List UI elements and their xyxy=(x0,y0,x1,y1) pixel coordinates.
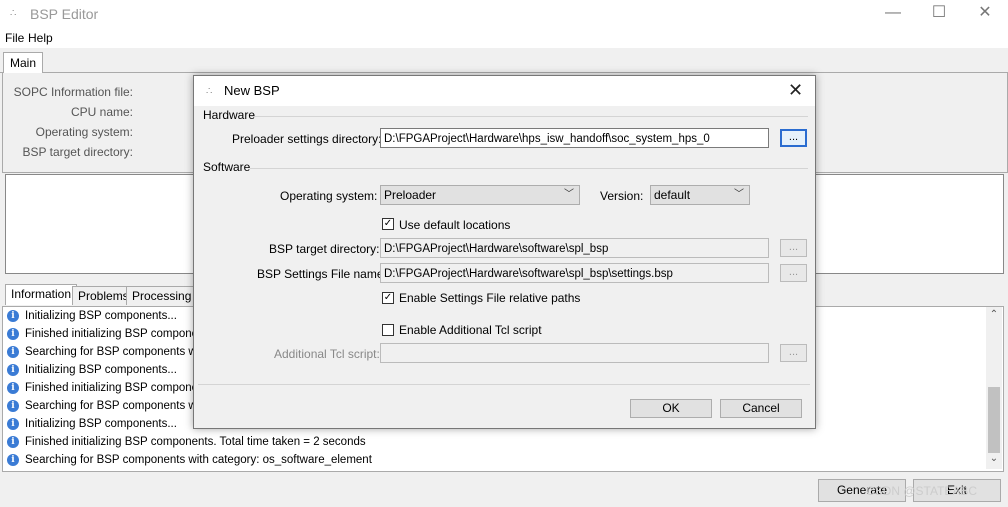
preloader-dir-field[interactable]: D:\FPGAProject\Hardware\hps_isw_handoff\… xyxy=(380,128,769,148)
tcl-script-field[interactable] xyxy=(380,343,769,363)
version-select-value: default xyxy=(654,188,691,202)
menu-help[interactable]: Help xyxy=(28,31,53,45)
info-icon: i xyxy=(7,435,19,448)
cancel-button[interactable]: Cancel xyxy=(720,399,802,418)
settings-browse-button[interactable]: ... xyxy=(780,264,807,282)
os-label: Operating system: xyxy=(280,189,378,203)
relative-paths-checkbox[interactable]: ✓ xyxy=(382,292,394,304)
scroll-up-icon[interactable]: ⌃ xyxy=(988,309,1000,320)
tab-processing[interactable]: Processing xyxy=(126,286,198,305)
info-icon: i xyxy=(7,309,19,322)
chevron-down-icon: ﹀ xyxy=(734,189,744,200)
info-icon: i xyxy=(7,363,19,376)
info-icon: i xyxy=(7,453,19,466)
maximize-button[interactable]: ☐ xyxy=(916,0,962,28)
version-label: Version: xyxy=(600,189,644,203)
version-select[interactable]: default ﹀ xyxy=(650,185,750,205)
tcl-enable-label[interactable]: Enable Additional Tcl script xyxy=(399,323,542,337)
info-icon: i xyxy=(7,417,19,430)
use-default-checkbox[interactable]: ✓ xyxy=(382,218,394,230)
minimize-button[interactable]: — xyxy=(870,0,916,28)
bsp-target-dir-label: BSP target directory: xyxy=(269,242,380,256)
menu-bar: File Help xyxy=(0,28,1008,48)
log-row: i Searching for BSP components with xyxy=(7,343,209,361)
main-tabstrip: Main xyxy=(0,50,1008,73)
tcl-enable-checkbox[interactable] xyxy=(382,324,394,336)
log-row: i Finished initializing BSP components xyxy=(7,379,213,397)
dialog-title: New BSP xyxy=(224,83,280,98)
tab-main[interactable]: Main xyxy=(3,52,44,73)
log-row: i Finished initializing BSP components xyxy=(7,325,213,343)
settings-file-field[interactable]: D:\FPGAProject\Hardware\software\spl_bsp… xyxy=(380,263,769,283)
info-icon: i xyxy=(7,399,19,412)
watermark: CSDN @STATEABC xyxy=(866,484,978,498)
os-select-value: Preloader xyxy=(384,188,437,202)
software-divider xyxy=(250,168,808,169)
relative-paths-label[interactable]: Enable Settings File relative paths xyxy=(399,291,580,305)
dialog-app-icon: ∴ xyxy=(206,86,213,97)
info-icon: i xyxy=(7,381,19,394)
software-group-title: Software xyxy=(203,160,251,174)
scroll-down-icon[interactable]: ⌄ xyxy=(988,453,1000,464)
preloader-browse-button[interactable]: ... xyxy=(780,129,807,147)
log-row: i Finished initializing BSP components. T… xyxy=(7,433,366,451)
tcl-script-label: Additional Tcl script: xyxy=(274,347,380,361)
settings-file-label: BSP Settings File name: xyxy=(257,267,387,281)
window-title: BSP Editor xyxy=(30,6,99,22)
tcl-browse-button[interactable]: ... xyxy=(780,344,807,362)
menu-file[interactable]: File xyxy=(5,31,24,45)
close-button[interactable]: ✕ xyxy=(962,0,1008,28)
chevron-down-icon: ﹀ xyxy=(564,189,574,200)
log-row: i Searching for BSP components with categ… xyxy=(7,451,372,469)
scroll-thumb[interactable] xyxy=(988,387,1000,453)
sopc-label: SOPC Information file: xyxy=(13,85,133,99)
cpu-label: CPU name: xyxy=(70,105,133,119)
bsp-dir-label: BSP target directory: xyxy=(22,145,134,159)
hardware-group-title: Hardware xyxy=(203,108,256,122)
preloader-dir-label: Preloader settings directory: xyxy=(232,132,382,146)
log-row: i Initializing BSP components... xyxy=(7,307,177,325)
dialog-close-icon[interactable]: ✕ xyxy=(788,80,803,101)
log-row: i Searching for BSP components with xyxy=(7,397,209,415)
info-icon: i xyxy=(7,327,19,340)
ok-button[interactable]: OK xyxy=(630,399,712,418)
log-scrollbar[interactable]: ⌃ ⌄ xyxy=(986,307,1002,469)
bsp-target-dir-field[interactable]: D:\FPGAProject\Hardware\software\spl_bsp xyxy=(380,238,769,258)
log-row: i Initializing BSP components... xyxy=(7,415,177,433)
log-row: i Initializing BSP components... xyxy=(7,361,177,379)
dialog-title-bar: ∴ New BSP ✕ xyxy=(194,76,815,106)
hardware-divider xyxy=(250,116,808,117)
buttons-divider xyxy=(198,384,810,385)
tab-information[interactable]: Information xyxy=(5,284,78,305)
info-icon: i xyxy=(7,345,19,358)
os-select[interactable]: Preloader ﹀ xyxy=(380,185,580,205)
new-bsp-dialog: ∴ New BSP ✕ Hardware Preloader settings … xyxy=(193,75,816,429)
use-default-label[interactable]: Use default locations xyxy=(399,218,510,232)
title-bar: ∴ BSP Editor — ☐ ✕ xyxy=(0,0,1008,28)
bsp-dir-browse-button[interactable]: ... xyxy=(780,239,807,257)
os-label: Operating system: xyxy=(35,125,133,139)
app-icon: ∴ xyxy=(10,8,17,19)
